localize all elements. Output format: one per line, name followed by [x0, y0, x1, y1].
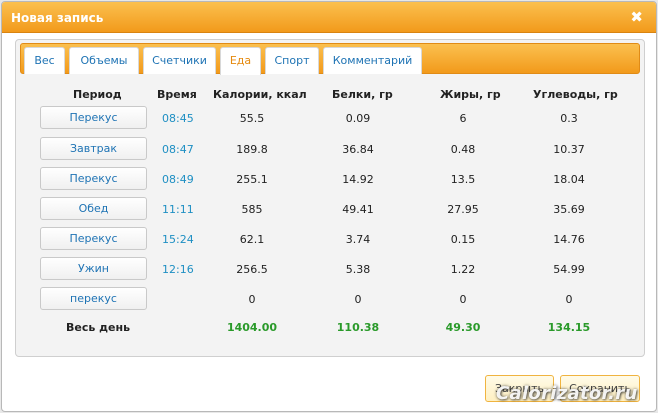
total-fat: 49.30: [445, 321, 481, 334]
row-time[interactable]: 08:47: [162, 143, 194, 156]
row-protein: 49.41: [342, 203, 374, 216]
watermark-logo: Calorizator.ru: [496, 383, 638, 404]
header-time: Время: [157, 88, 197, 101]
total-carbs: 134.15: [547, 321, 591, 334]
tab-sport[interactable]: Спорт: [265, 47, 319, 74]
row-time[interactable]: 12:16: [162, 263, 194, 276]
total-calories: 1404.00: [226, 321, 278, 334]
row-fat: 0.48: [450, 143, 476, 156]
row-carbs: 18.04: [553, 173, 585, 186]
period-button[interactable]: Перекус: [40, 167, 147, 190]
row-time[interactable]: 08:45: [162, 112, 194, 125]
row-fat: 27.95: [447, 203, 479, 216]
row-calories: 189.8: [236, 143, 268, 156]
row-calories: 0: [248, 293, 256, 306]
tab-food[interactable]: Еда: [220, 47, 261, 75]
row-time[interactable]: 15:24: [162, 233, 194, 246]
header-carbs: Углеводы, гр: [533, 88, 618, 101]
tab-volumes[interactable]: Объемы: [69, 47, 139, 74]
row-carbs: 54.99: [553, 263, 585, 276]
row-carbs: 0: [565, 293, 573, 306]
new-entry-dialog: Новая запись ✖ Вес Объемы Счетчики Еда С…: [1, 1, 657, 412]
row-protein: 5.38: [345, 263, 371, 276]
row-calories: 62.1: [239, 233, 265, 246]
period-button[interactable]: Обед: [40, 197, 147, 220]
row-protein: 3.74: [345, 233, 371, 246]
totals-label: Весь день: [66, 321, 131, 334]
tab-comment[interactable]: Комментарий: [323, 47, 422, 74]
row-protein: 14.92: [342, 173, 374, 186]
row-fat: 13.5: [450, 173, 476, 186]
row-protein: 36.84: [342, 143, 374, 156]
row-protein: 0.09: [345, 112, 371, 125]
period-button[interactable]: Перекус: [40, 106, 147, 129]
header-fat: Жиры, гр: [440, 88, 501, 101]
header-calories: Калории, ккал: [213, 88, 307, 101]
row-time[interactable]: 08:49: [162, 173, 194, 186]
period-button[interactable]: Перекус: [40, 227, 147, 250]
total-protein: 110.38: [336, 321, 380, 334]
close-icon[interactable]: ✖: [630, 8, 643, 26]
row-protein: 0: [354, 293, 362, 306]
row-fat: 0.15: [450, 233, 476, 246]
header-period: Период: [73, 88, 122, 101]
row-carbs: 10.37: [553, 143, 585, 156]
period-button[interactable]: Ужин: [40, 257, 147, 280]
row-calories: 255.1: [236, 173, 268, 186]
period-button[interactable]: перекус: [40, 287, 147, 310]
row-fat: 0: [459, 293, 467, 306]
tab-counters[interactable]: Счетчики: [143, 47, 216, 74]
row-carbs: 14.76: [553, 233, 585, 246]
row-time[interactable]: 11:11: [162, 203, 194, 216]
dialog-title: Новая запись: [11, 11, 104, 25]
tab-bar: Вес Объемы Счетчики Еда Спорт Комментари…: [20, 43, 640, 75]
row-calories: 55.5: [239, 112, 265, 125]
row-calories: 585: [241, 203, 263, 216]
tab-weight[interactable]: Вес: [24, 47, 65, 74]
header-protein: Белки, гр: [332, 88, 393, 101]
row-fat: 1.22: [450, 263, 476, 276]
row-fat: 6: [459, 112, 467, 125]
period-button[interactable]: Завтрак: [40, 137, 147, 160]
row-carbs: 35.69: [553, 203, 585, 216]
row-calories: 256.5: [236, 263, 268, 276]
row-carbs: 0.3: [560, 112, 578, 125]
dialog-titlebar[interactable]: Новая запись ✖: [2, 2, 656, 33]
